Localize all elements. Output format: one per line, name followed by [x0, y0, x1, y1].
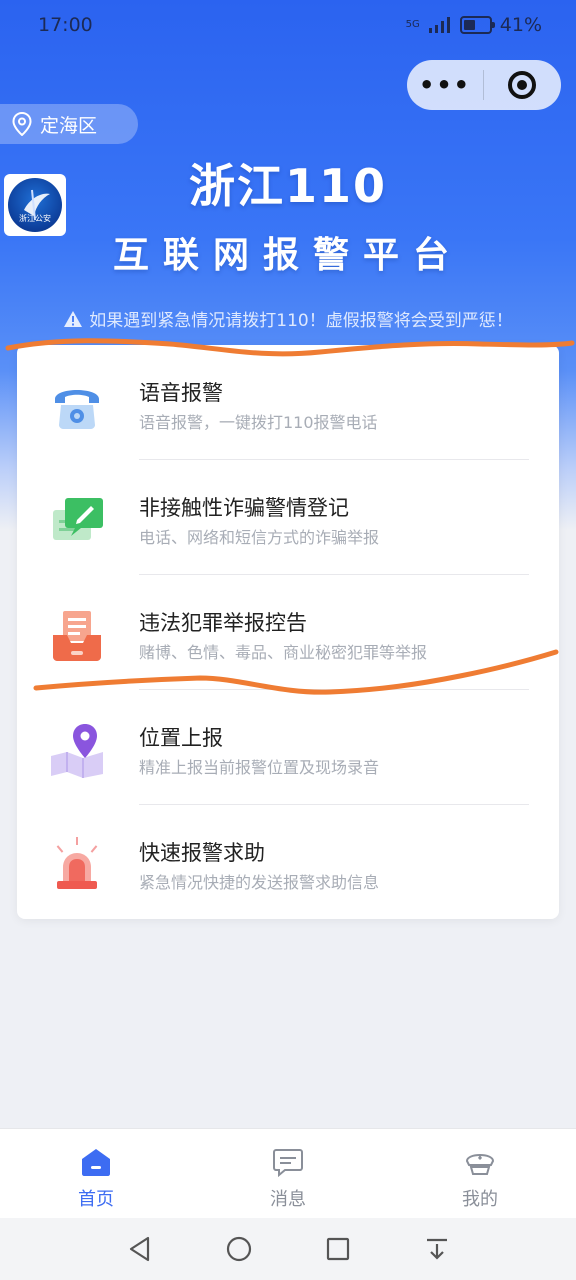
- warning-icon: [64, 311, 83, 327]
- tab-label: 首页: [78, 1189, 114, 1210]
- menu-subtitle: 语音报警，一键拨打110报警电话: [139, 413, 378, 432]
- menu-item-crime-report[interactable]: 违法犯罪举报控告 赌博、色情、毒品、商业秘密犯罪等举报: [17, 575, 559, 690]
- message-icon: [273, 1149, 303, 1177]
- telephone-icon: [55, 390, 99, 429]
- menu-title: 语音报警: [139, 381, 223, 405]
- battery-icon: [459, 16, 495, 34]
- status-icons: 5G 41%: [406, 14, 542, 36]
- menu-title: 违法犯罪举报控告: [139, 611, 307, 635]
- tab-profile[interactable]: 我的: [384, 1129, 576, 1218]
- tab-home[interactable]: 首页: [0, 1129, 192, 1218]
- warning-text: 如果遇到紧急情况请拨打110！虚假报警将会受到严惩！: [89, 311, 513, 331]
- menu-item-location-report[interactable]: 位置上报 精准上报当前报警位置及现场录音: [17, 690, 559, 805]
- profile-icon: [465, 1154, 495, 1175]
- menu-title: 快速报警求助: [139, 841, 265, 865]
- home-nav-icon[interactable]: [225, 1235, 253, 1263]
- tab-label: 消息: [270, 1189, 306, 1210]
- location-label: 定海区: [40, 114, 98, 137]
- status-bar: 17:00 5G 41%: [0, 0, 576, 52]
- tab-messages[interactable]: 消息: [192, 1129, 384, 1218]
- service-menu-card: 语音报警 语音报警，一键拨打110报警电话 非接触性诈骗警情登记 电话、网络和短…: [17, 345, 559, 919]
- location-pin-icon: [12, 112, 32, 136]
- page-title: 浙江110: [188, 159, 388, 213]
- page-subtitle: 互联网报警平台: [112, 235, 463, 276]
- menu-item-quick-help[interactable]: 快速报警求助 紧急情况快捷的发送报警求助信息: [17, 805, 559, 920]
- system-nav-bar: [0, 1218, 576, 1280]
- edit-message-icon: [53, 498, 103, 540]
- location-selector[interactable]: 定海区: [0, 104, 138, 144]
- target-icon: [508, 71, 536, 99]
- network-type: 5G: [405, 19, 420, 30]
- download-icon[interactable]: [423, 1235, 451, 1263]
- location-map-icon: [51, 724, 103, 778]
- siren-icon: [56, 837, 98, 889]
- tab-label: 我的: [462, 1189, 498, 1210]
- warning-banner: 如果遇到紧急情况请拨打110！虚假报警将会受到严惩！: [0, 306, 576, 331]
- signal-icon: [428, 17, 450, 33]
- bottom-tab-bar: 首页 消息 我的: [0, 1128, 576, 1218]
- menu-item-voice-report[interactable]: 语音报警 语音报警，一键拨打110报警电话: [17, 345, 559, 460]
- back-icon[interactable]: [126, 1235, 154, 1263]
- report-tray-icon: [53, 611, 101, 661]
- recents-icon[interactable]: [324, 1235, 352, 1263]
- close-miniapp-button[interactable]: [484, 71, 560, 99]
- menu-subtitle: 电话、网络和短信方式的诈骗举报: [139, 528, 380, 547]
- menu-title: 非接触性诈骗警情登记: [139, 496, 349, 520]
- more-options-button[interactable]: •••: [407, 71, 483, 99]
- menu-subtitle: 紧急情况快捷的发送报警求助信息: [139, 873, 380, 892]
- menu-item-fraud-registration[interactable]: 非接触性诈骗警情登记 电话、网络和短信方式的诈骗举报: [17, 460, 559, 575]
- status-time: 17:00: [38, 14, 93, 36]
- menu-subtitle: 精准上报当前报警位置及现场录音: [139, 758, 380, 777]
- battery-percent: 41%: [499, 14, 542, 36]
- menu-subtitle: 赌博、色情、毒品、商业秘密犯罪等举报: [139, 643, 428, 662]
- menu-title: 位置上报: [139, 726, 223, 750]
- home-icon: [82, 1149, 110, 1176]
- miniapp-capsule: •••: [407, 60, 561, 110]
